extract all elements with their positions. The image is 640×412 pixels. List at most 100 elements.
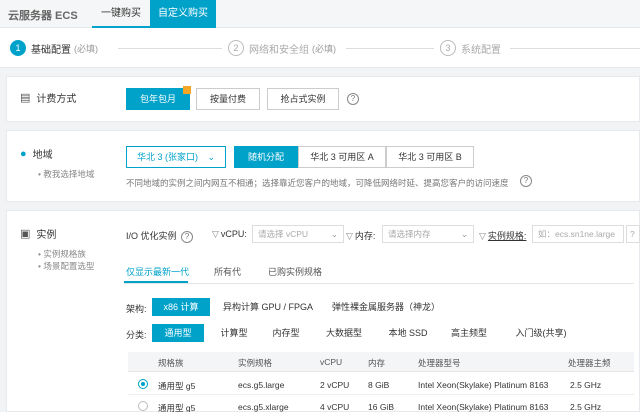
arch-x86-button[interactable]: x86 计算 — [152, 298, 210, 316]
promo-badge-icon — [183, 86, 191, 94]
step-label: 基础配置 — [31, 44, 71, 56]
instance-label-text: 实例 — [36, 230, 57, 241]
tab-baseline — [124, 283, 634, 284]
spec-filter-label: ▽ 实例规格: — [479, 229, 526, 242]
table-cell-vcpu: 2 vCPU — [320, 380, 350, 390]
table-cell-family: 通用型 g5 — [158, 403, 196, 412]
table-cell-freq: 2.5 GHz — [570, 380, 602, 390]
instance-label: ▣ 实例 — [20, 226, 56, 241]
region-help-icon[interactable]: ? — [520, 175, 532, 187]
tab-custom-buy[interactable]: 自定义购买 — [150, 0, 216, 28]
instance-family-text: 实例规格族 — [43, 249, 86, 259]
step-divider — [346, 48, 434, 49]
row-radio[interactable] — [138, 401, 148, 411]
region-note: 不同地域的实例之间内网互不相通；选择靠近您客户的地域，可降低网络时延、提高您客户… — [126, 178, 509, 188]
tab-quick-buy[interactable]: 一键购买 — [92, 0, 150, 28]
category-entry-shared-button[interactable]: 入门级(共享) — [506, 324, 576, 342]
step-label: 网络和安全组 — [249, 44, 309, 56]
col-cpu-model[interactable]: 处理器型号 — [418, 357, 461, 369]
memory-label-text: 内存: — [354, 231, 376, 241]
scenario-selection-link[interactable]: • 场景配置选型 — [38, 260, 94, 272]
category-high-freq-button[interactable]: 高主频型 — [442, 324, 496, 342]
filter-icon: ▽ — [212, 229, 219, 239]
tab-all-generations[interactable]: 所有代 — [214, 265, 241, 278]
table-cell-spec: ecs.g5.large — [238, 380, 285, 390]
zone-b-button[interactable]: 华北 3 可用区 B — [386, 146, 474, 168]
region-label-text: 地域 — [32, 150, 53, 161]
table-cell-family: 通用型 g5 — [158, 381, 196, 391]
step-system-config[interactable]: 3 系统配置 — [440, 39, 501, 57]
billing-icon: ▤ — [20, 92, 31, 104]
memory-select[interactable]: 请选择内存 ⌄ — [382, 225, 474, 243]
table-cell-vcpu: 4 vCPU — [320, 402, 350, 412]
region-select[interactable]: 华北 3 (张家口) ⌄ — [126, 146, 226, 168]
category-compute-button[interactable]: 计算型 — [210, 324, 258, 342]
table-cell-memory: 16 GiB — [368, 402, 394, 412]
category-memory-button[interactable]: 内存型 — [262, 324, 310, 342]
billing-option-label: 包年包月 — [139, 94, 176, 104]
filter-icon: ▽ — [346, 231, 353, 241]
region-select-value: 华北 3 (张家口) — [137, 152, 199, 162]
billing-preemptible-button[interactable]: 抢占式实例 — [267, 88, 339, 110]
chevron-down-icon: ⌄ — [207, 152, 215, 162]
zone-random-button[interactable]: 随机分配 — [234, 146, 298, 168]
step-label: 系统配置 — [461, 44, 501, 56]
arch-bare-metal-button[interactable]: 弹性裸金属服务器（神龙） — [328, 298, 444, 316]
zone-a-button[interactable]: 华北 3 可用区 A — [298, 146, 386, 168]
vcpu-filter-label: ▽ vCPU: — [212, 229, 247, 240]
col-vcpu[interactable]: vCPU — [320, 357, 342, 367]
chevron-down-icon: ⌄ — [460, 229, 468, 239]
step-bar: 1 基础配置 (必填) 2 网络和安全组 (必填) 3 系统配置 — [0, 28, 640, 68]
product-title: 云服务器 ECS — [8, 10, 78, 22]
billing-label-text: 计费方式 — [36, 94, 77, 105]
step-number: 2 — [228, 40, 244, 56]
col-memory[interactable]: 内存 — [368, 357, 385, 369]
billing-subscription-button[interactable]: 包年包月 — [126, 86, 191, 110]
top-bar: 云服务器 ECS 一键购买 自定义购买 — [0, 0, 640, 28]
table-cell-cpu: Intel Xeon(Skylake) Platinum 8163 — [418, 402, 549, 412]
category-local-ssd-button[interactable]: 本地 SSD — [380, 324, 436, 342]
col-family[interactable]: 规格族 — [158, 357, 184, 369]
vcpu-select[interactable]: 请选择 vCPU ⌄ — [252, 225, 344, 243]
category-label: 分类: — [126, 330, 147, 340]
instance-family-link[interactable]: • 实例规格族 — [38, 248, 86, 260]
vcpu-label-text: vCPU: — [220, 229, 247, 239]
io-optimized-label: I/O 优化实例 ? — [126, 229, 194, 243]
region-label: ● 地域 — [20, 146, 53, 162]
region-guide-text: 教我选择地域 — [43, 169, 95, 179]
chevron-down-icon: ⌄ — [330, 229, 338, 239]
row-radio[interactable] — [138, 379, 148, 389]
table-cell-cpu: Intel Xeon(Skylake) Platinum 8163 — [418, 380, 549, 390]
table-cell-freq: 2.5 GHz — [570, 402, 602, 412]
col-spec[interactable]: 实例规格 — [238, 357, 272, 369]
step-hint: (必填) — [74, 43, 98, 54]
step-number: 1 — [10, 40, 26, 56]
location-pin-icon: ● — [20, 147, 27, 160]
io-help-icon[interactable]: ? — [181, 231, 194, 243]
spec-label-text[interactable]: 实例规格: — [488, 231, 527, 241]
billing-help-icon[interactable]: ? — [347, 93, 359, 105]
step-network-security[interactable]: 2 网络和安全组 (必填) — [228, 39, 336, 57]
memory-placeholder: 请选择内存 — [388, 229, 431, 239]
spec-input[interactable]: 如：ecs.sn1ne.large — [532, 225, 624, 243]
col-cpu-freq[interactable]: 处理器主频 — [568, 357, 611, 369]
billing-pay-as-you-go-button[interactable]: 按量付费 — [196, 88, 260, 110]
step-number: 3 — [440, 40, 456, 56]
tab-active-underline — [124, 281, 188, 283]
io-optimized-text: I/O 优化实例 — [126, 231, 177, 241]
tab-purchased-specs[interactable]: 已购实例规格 — [268, 265, 322, 278]
category-bigdata-button[interactable]: 大数据型 — [316, 324, 372, 342]
filter-icon: ▽ — [479, 231, 486, 241]
arch-gpu-fpga-button[interactable]: 异构计算 GPU / FPGA — [220, 298, 316, 316]
table-cell-spec: ecs.g5.xlarge — [238, 402, 289, 412]
region-guide-link[interactable]: • 教我选择地域 — [38, 168, 94, 180]
vcpu-placeholder: 请选择 vCPU — [258, 229, 309, 239]
instance-icon: ▣ — [20, 228, 31, 240]
step-hint: (必填) — [312, 43, 336, 54]
tab-latest-generation[interactable]: 仅显示最新一代 — [126, 265, 189, 278]
step-basic-config[interactable]: 1 基础配置 (必填) — [10, 39, 98, 57]
help-icon[interactable]: ? — [626, 225, 640, 243]
scenario-selection-text: 场景配置选型 — [43, 261, 95, 271]
step-divider — [118, 48, 222, 49]
category-general-button[interactable]: 通用型 — [152, 324, 204, 342]
